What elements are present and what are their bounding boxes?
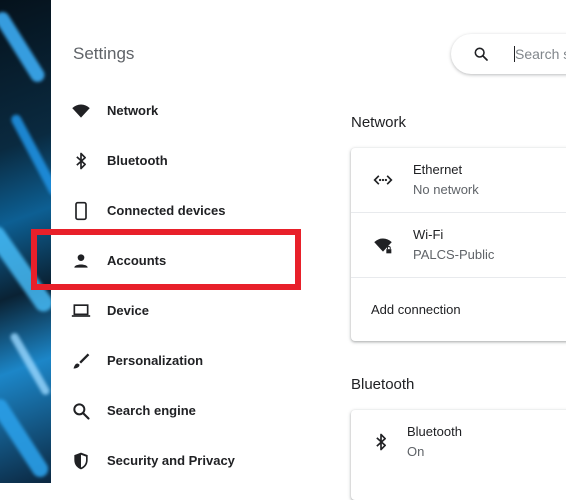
bluetooth-icon <box>376 433 386 451</box>
wifi-lock-icon <box>374 238 392 254</box>
sidebar-item-label: Search engine <box>107 403 196 418</box>
search-input[interactable] <box>515 44 566 64</box>
sidebar-item-bluetooth[interactable]: Bluetooth <box>51 136 311 186</box>
network-section-title: Network <box>351 114 407 131</box>
laptop-icon <box>71 304 91 317</box>
person-icon <box>74 254 88 268</box>
sidebar-item-network[interactable]: Network <box>51 86 311 136</box>
search-box[interactable] <box>451 34 566 74</box>
brush-icon <box>73 353 90 369</box>
sidebar-item-label: Accounts <box>107 253 167 268</box>
wifi-icon <box>72 104 90 118</box>
sidebar-item-label: Device <box>107 303 149 318</box>
sidebar-item-label: Bluetooth <box>107 153 168 168</box>
desktop-wallpaper <box>0 0 51 483</box>
bluetooth-status: On <box>407 444 425 459</box>
bluetooth-section-title: Bluetooth <box>351 376 415 393</box>
ethernet-label: Ethernet <box>413 162 463 177</box>
ethernet-icon <box>373 175 393 185</box>
sidebar-item-label: Security and Privacy <box>107 453 235 468</box>
ethernet-status: No network <box>413 182 479 197</box>
sidebar-item-personalization[interactable]: Personalization <box>51 336 311 386</box>
wifi-row[interactable]: Wi-Fi PALCS-Public <box>351 212 566 277</box>
shield-icon <box>74 452 88 470</box>
wifi-label: Wi-Fi <box>413 227 444 242</box>
bluetooth-card: Bluetooth On <box>351 410 566 500</box>
sidebar-item-device[interactable]: Device <box>51 286 311 336</box>
sidebar-item-label: Network <box>107 103 159 118</box>
bluetooth-label: Bluetooth <box>407 424 462 439</box>
sidebar-item-label: Personalization <box>107 353 204 368</box>
phone-icon <box>75 201 87 221</box>
settings-window: Settings Network Bluetooth Connected dev… <box>31 0 566 500</box>
search-icon <box>73 403 90 420</box>
wifi-status: PALCS-Public <box>413 247 495 262</box>
sidebar-item-connected-devices[interactable]: Connected devices <box>51 186 311 236</box>
network-card: Ethernet No network Wi-Fi PALCS-Public A… <box>351 148 566 341</box>
add-connection-row[interactable]: Add connection <box>351 277 566 341</box>
sidebar-item-search-engine[interactable]: Search engine <box>51 386 311 436</box>
bluetooth-row[interactable]: Bluetooth On <box>351 410 566 474</box>
page-title: Settings <box>73 44 135 63</box>
sidebar-item-security-and-privacy[interactable]: Security and Privacy <box>51 436 311 486</box>
search-icon[interactable] <box>473 46 489 62</box>
sidebar-item-label: Connected devices <box>107 203 226 218</box>
add-connection-label: Add connection <box>371 302 461 317</box>
ethernet-row[interactable]: Ethernet No network <box>351 148 566 212</box>
sidebar-item-accounts[interactable]: Accounts <box>51 236 311 286</box>
bluetooth-icon <box>76 152 86 170</box>
